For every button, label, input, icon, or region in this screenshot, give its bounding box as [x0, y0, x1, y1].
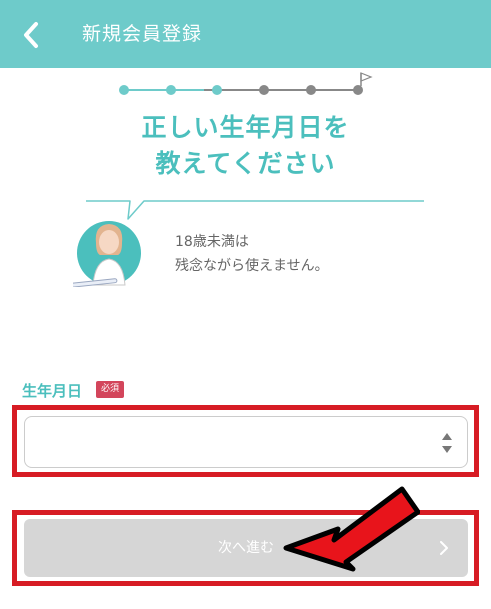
step-dot-4 [259, 85, 269, 95]
message-line-1: 18歳未満は [175, 234, 249, 250]
flag-icon [360, 72, 373, 86]
heading-line-2: 教えてください [155, 149, 336, 178]
chevron-right-icon [440, 541, 448, 555]
step-dot-3 [212, 85, 222, 95]
heading-line-1: 正しい生年月日を [141, 113, 350, 142]
birthdate-select[interactable] [24, 416, 468, 468]
step-dot-2 [166, 85, 176, 95]
page-title: 新規会員登録 [82, 23, 203, 45]
step-dot-1 [119, 85, 129, 95]
main-heading: 正しい生年月日を 教えてください [0, 110, 491, 182]
woman-avatar-icon [73, 221, 141, 287]
age-restriction-message: 18歳未満は 残念ながら使えません。 [175, 230, 329, 278]
message-line-2: 残念ながら使えません。 [175, 258, 329, 274]
step-dot-5 [306, 85, 316, 95]
pointer-arrow-icon [283, 486, 420, 572]
birthdate-label: 生年月日 [22, 382, 83, 400]
progress-stepper [119, 72, 373, 95]
sort-updown-icon [442, 433, 452, 453]
step-dot-6 [353, 85, 363, 95]
required-badge: 必須 [96, 381, 125, 398]
back-chevron-icon[interactable] [18, 20, 48, 50]
app-header: 新規会員登録 [0, 0, 491, 68]
